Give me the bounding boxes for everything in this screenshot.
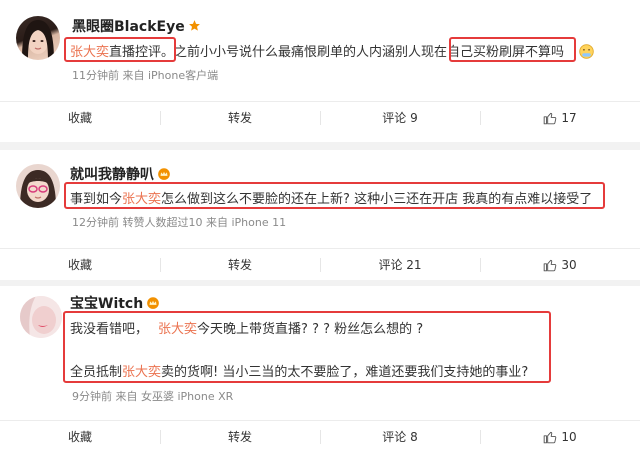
username[interactable]: 宝宝Witch — [70, 293, 160, 313]
like-button[interactable]: 17 — [510, 102, 610, 134]
collect-button[interactable]: 收藏 — [30, 249, 130, 281]
action-bar: 收藏 转发 评论 9 17 — [0, 101, 640, 134]
comment-button[interactable]: 评论 21 — [350, 249, 450, 281]
repost-button[interactable]: 转发 — [190, 249, 290, 281]
username[interactable]: 就叫我静静叭 — [70, 164, 171, 184]
highlight-box-comment — [64, 182, 605, 209]
action-bar: 收藏 转发 评论 8 10 — [0, 420, 640, 453]
thumbs-up-icon — [543, 424, 557, 456]
like-button[interactable]: 30 — [510, 249, 610, 281]
emoji-icon — [578, 43, 595, 64]
avatar[interactable] — [16, 164, 60, 208]
collect-button[interactable]: 收藏 — [30, 102, 130, 134]
repost-button[interactable]: 转发 — [190, 102, 290, 134]
comment-button[interactable]: 评论 8 — [350, 421, 450, 453]
comment-meta: 12分钟前 转赞人数超过10 来自 iPhone 11 — [72, 216, 287, 229]
repost-button[interactable]: 转发 — [190, 421, 290, 453]
comment-card-1: 黑眼圈BlackEye 张大奕直播控评。之前小小号说什么最痛恨刷单的人内涵别人现… — [0, 0, 640, 142]
highlight-box-comment — [63, 311, 551, 383]
highlight-box-phrase — [449, 37, 576, 62]
action-bar: 收藏 转发 评论 21 30 — [0, 248, 640, 281]
collect-button[interactable]: 收藏 — [30, 421, 130, 453]
comment-card-3: 宝宝Witch 我没看错吧， 张大奕今天晚上带货直播? ? ? 粉丝怎么想的 ? … — [0, 286, 640, 453]
like-button[interactable]: 10 — [510, 421, 610, 453]
star-badge-icon — [188, 19, 201, 36]
avatar-image — [22, 20, 54, 60]
avatar[interactable] — [20, 296, 62, 338]
avatar[interactable] — [16, 16, 60, 60]
comment-meta: 11分钟前 来自 iPhone客户端 — [72, 69, 219, 82]
avatar-image — [20, 296, 62, 338]
highlight-box-mention — [64, 37, 176, 62]
comment-button[interactable]: 评论 9 — [350, 102, 450, 134]
thumbs-up-icon — [543, 105, 557, 137]
username[interactable]: 黑眼圈BlackEye — [72, 16, 201, 36]
comment-meta: 9分钟前 来自 女巫婆 iPhone XR — [72, 390, 234, 403]
divider — [0, 142, 640, 150]
avatar-image — [20, 170, 56, 208]
comment-card-2: 就叫我静静叭 事到如今张大奕怎么做到这么不要脸的还在上新? 这种小三还在开店 我… — [0, 150, 640, 280]
